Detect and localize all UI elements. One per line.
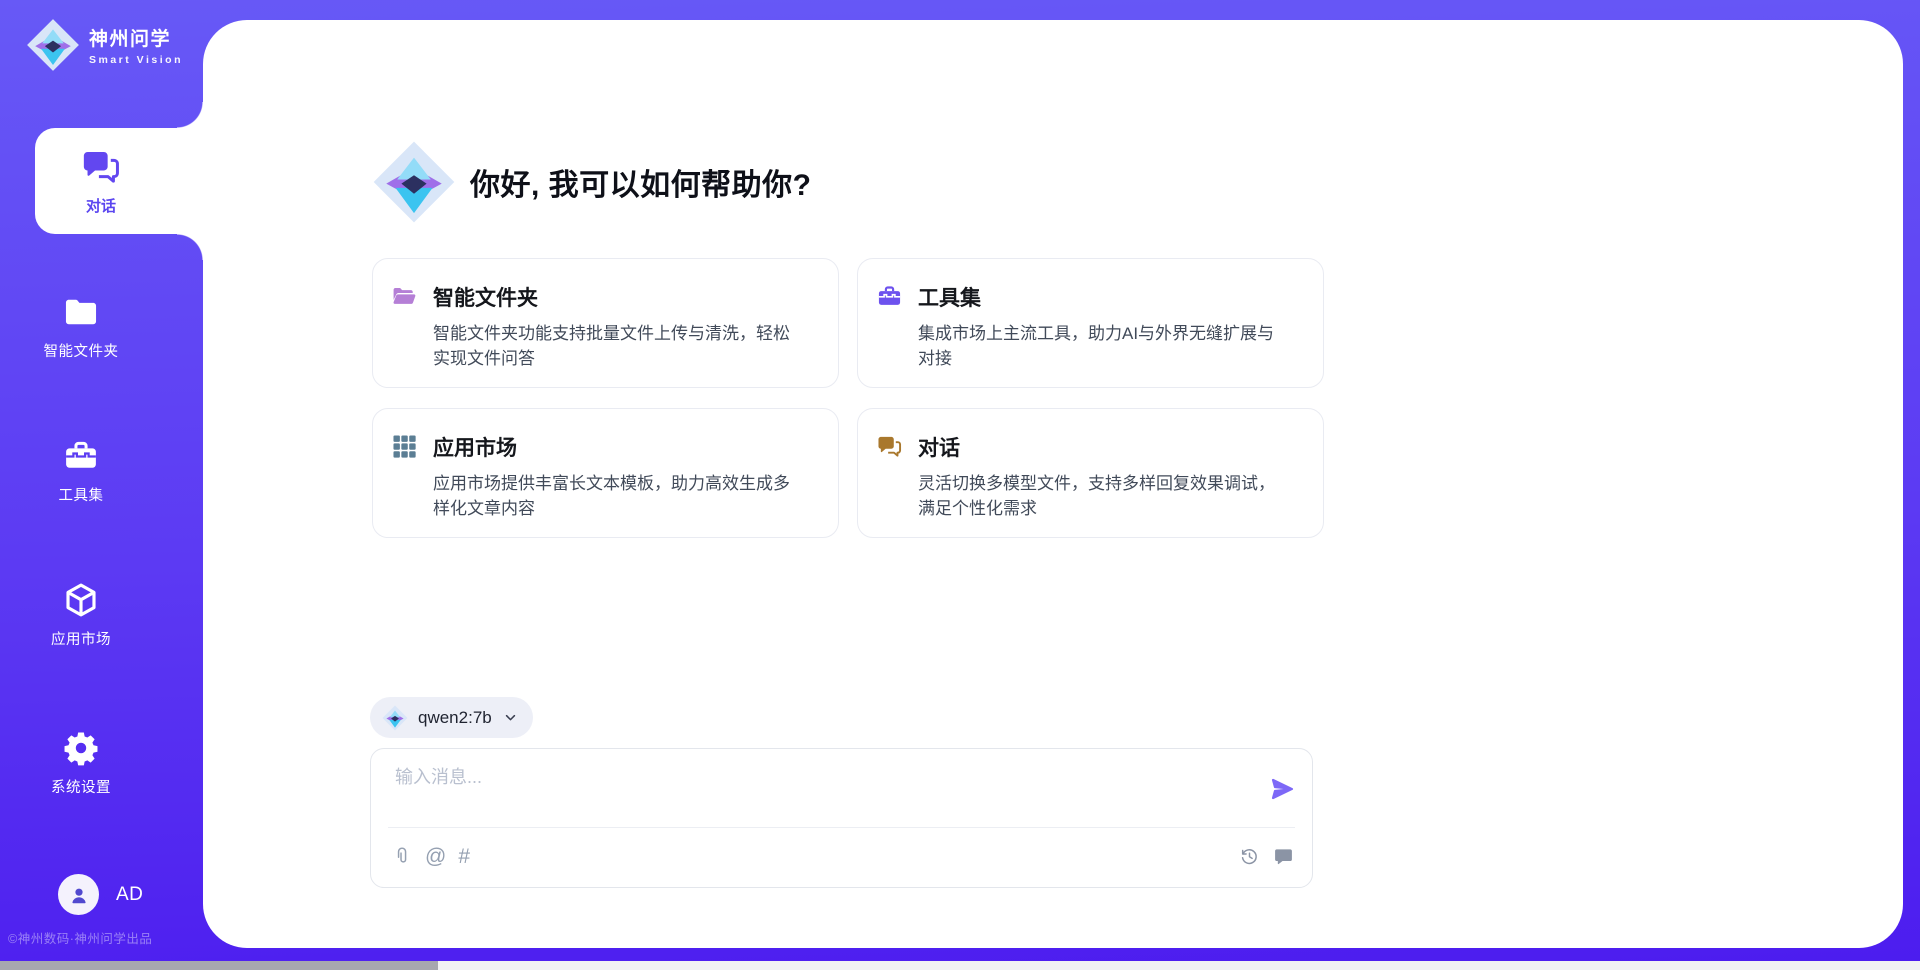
scrollbar-thumb[interactable]	[0, 961, 438, 970]
gear-icon	[62, 729, 100, 767]
active-tab-top-fillet	[177, 102, 203, 128]
app-root: 神州问学 Smart Vision 对话 智能文件夹 工具集 应用市场 系统设置…	[0, 0, 1920, 970]
composer-divider	[388, 827, 1295, 828]
message-input[interactable]	[395, 763, 1245, 821]
composer-toolbar: @ #	[392, 841, 1294, 871]
folder-open-icon	[391, 283, 418, 310]
card-description: 应用市场提供丰富长文本模板，助力高效生成多样化文章内容	[433, 471, 803, 521]
send-icon	[1268, 775, 1296, 803]
history-button[interactable]	[1239, 846, 1260, 867]
greeting-block: 你好, 我可以如何帮助你?	[372, 140, 812, 224]
cube-icon	[62, 581, 100, 619]
folder-icon	[62, 293, 100, 331]
briefcase-icon	[62, 437, 100, 475]
card-description: 智能文件夹功能支持批量文件上传与清洗，轻松实现文件问答	[433, 321, 803, 371]
sidebar-item-label: 工具集	[59, 484, 104, 505]
card-title: 工具集	[918, 282, 1288, 312]
brand-name: 神州问学	[89, 24, 183, 51]
attach-file-button[interactable]	[392, 846, 413, 867]
sidebar-item-chat[interactable]: 对话	[35, 128, 203, 234]
sidebar-item-smart-folders[interactable]: 智能文件夹	[0, 293, 162, 361]
at-sign-icon: @	[425, 845, 446, 868]
card-title: 智能文件夹	[433, 282, 803, 312]
mention-button[interactable]: @	[425, 846, 446, 867]
brand-subtitle: Smart Vision	[89, 54, 183, 66]
history-icon	[1239, 846, 1260, 867]
avatar	[58, 874, 99, 915]
chat-icon	[876, 433, 903, 460]
message-composer: @ #	[370, 748, 1313, 888]
brand-logo: 神州问学 Smart Vision	[26, 18, 183, 72]
card-toolset[interactable]: 工具集 集成市场上主流工具，助力AI与外界无缝扩展与对接	[857, 258, 1324, 388]
sidebar-item-label: 应用市场	[51, 628, 111, 649]
sidebar-item-label: 智能文件夹	[44, 340, 119, 361]
greeting-title: 你好, 我可以如何帮助你?	[470, 160, 812, 204]
user-profile[interactable]: AD	[58, 874, 143, 915]
brand-gem-icon	[372, 140, 456, 224]
horizontal-scrollbar[interactable]	[0, 961, 1920, 970]
card-description: 集成市场上主流工具，助力AI与外界无缝扩展与对接	[918, 321, 1288, 371]
card-title: 应用市场	[433, 432, 803, 462]
hash-icon: #	[458, 845, 470, 868]
briefcase-icon	[876, 283, 903, 310]
card-description: 灵活切换多模型文件，支持多样回复效果调试，满足个性化需求	[918, 471, 1288, 521]
model-selector[interactable]: qwen2:7b	[370, 697, 533, 738]
card-app-market[interactable]: 应用市场 应用市场提供丰富长文本模板，助力高效生成多样化文章内容	[372, 408, 839, 538]
conversation-button[interactable]	[1273, 846, 1294, 867]
active-tab-bottom-fillet	[177, 234, 203, 260]
chevron-down-icon	[502, 709, 519, 726]
sidebar-item-toolset[interactable]: 工具集	[0, 437, 162, 505]
card-smart-folders[interactable]: 智能文件夹 智能文件夹功能支持批量文件上传与清洗，轻松实现文件问答	[372, 258, 839, 388]
sidebar-item-label: 对话	[86, 195, 116, 216]
brand-gem-icon	[382, 705, 408, 731]
paperclip-icon	[392, 846, 413, 867]
grid-cube-icon	[391, 433, 418, 460]
user-icon	[67, 883, 91, 907]
chat-icon	[80, 146, 122, 188]
user-initials: AD	[116, 884, 143, 906]
topic-button[interactable]: #	[458, 846, 470, 867]
sidebar-item-app-market[interactable]: 应用市场	[0, 581, 162, 649]
model-name: qwen2:7b	[418, 708, 492, 728]
sidebar-item-label: 系统设置	[51, 776, 111, 797]
copyright-text: ©神州数码·神州问学出品	[8, 928, 152, 947]
brand-gem-icon	[26, 18, 80, 72]
card-title: 对话	[918, 432, 1288, 462]
feature-cards: 智能文件夹 智能文件夹功能支持批量文件上传与清洗，轻松实现文件问答 工具集 集成…	[372, 258, 1324, 538]
sidebar-item-system-settings[interactable]: 系统设置	[0, 729, 162, 797]
message-square-icon	[1273, 846, 1294, 867]
card-chat[interactable]: 对话 灵活切换多模型文件，支持多样回复效果调试，满足个性化需求	[857, 408, 1324, 538]
send-button[interactable]	[1268, 775, 1296, 803]
